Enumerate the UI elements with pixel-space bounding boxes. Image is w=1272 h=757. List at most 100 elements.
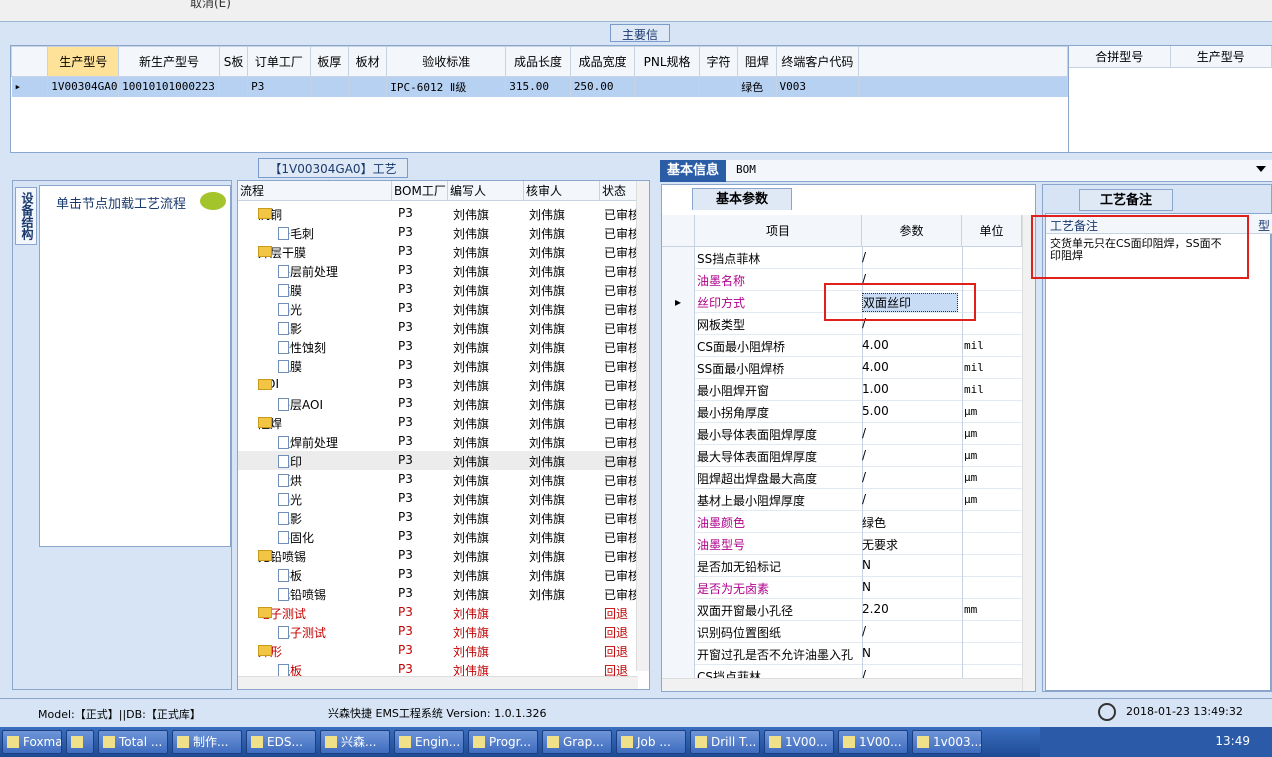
col-header[interactable]: 生产型号	[47, 46, 120, 77]
tree-node-name[interactable]: 预烘	[278, 472, 302, 489]
tree-node-name[interactable]: 终固化	[278, 529, 314, 546]
param-value[interactable]: N	[862, 558, 871, 572]
col-header[interactable]: BOM工厂	[392, 181, 448, 201]
tree-node-name[interactable]: −无铅喷锡	[258, 548, 306, 565]
param-value[interactable]: 1.00	[862, 382, 889, 396]
param-value[interactable]: /	[862, 426, 866, 440]
tree-node-name[interactable]: −阻焊	[258, 415, 282, 432]
tree-node-name[interactable]: 外层前处理	[278, 263, 338, 280]
col-header[interactable]: 新生产型号	[118, 46, 220, 77]
tree-row[interactable]: 外层前处理 P3 刘伟旗 刘伟旗 已审核	[238, 261, 640, 280]
param-value[interactable]: 2.20	[862, 602, 889, 616]
param-value[interactable]: 4.00	[862, 338, 889, 352]
param-value[interactable]: 5.00	[862, 404, 889, 418]
tree-node-name[interactable]: −沉铜	[258, 206, 282, 223]
cell[interactable]: 绿色	[737, 76, 777, 97]
param-value[interactable]: /	[862, 624, 866, 638]
tree-row[interactable]: 贴膜 P3 刘伟旗 刘伟旗 已审核	[238, 280, 640, 299]
param-row[interactable]: 最小拐角厚度 5.00 μm	[662, 401, 1022, 423]
param-row[interactable]: 识别码位置图纸 /	[662, 621, 1022, 643]
col-header[interactable]: S板	[218, 46, 249, 77]
param-row[interactable]: 最小阻焊开窗 1.00 mil	[662, 379, 1022, 401]
tree-row[interactable]: 外层AOI P3 刘伟旗 刘伟旗 已审核	[238, 394, 640, 413]
param-row[interactable]: 基材上最小阻焊厚度 / μm	[662, 489, 1022, 511]
param-row[interactable]: 是否加无铅标记 N	[662, 555, 1022, 577]
tree-node-name[interactable]: 阻焊前处理	[278, 434, 338, 451]
tree-node-name[interactable]: 显影	[278, 320, 302, 337]
tree-node-name[interactable]: −AOI	[258, 377, 279, 391]
taskbar-button[interactable]: Engin...	[394, 730, 464, 754]
col-header[interactable]: 流程	[238, 181, 392, 201]
taskbar-button[interactable]: 1V00...	[838, 730, 908, 754]
cancel-menu[interactable]: 取消(E)	[190, 0, 231, 11]
tab-device-structure[interactable]: 设备结构	[15, 187, 37, 245]
param-value[interactable]: /	[862, 470, 866, 484]
taskbar-button[interactable]: Grap...	[542, 730, 612, 754]
param-row[interactable]: 油墨型号 无要求	[662, 533, 1022, 555]
tab-basic-info[interactable]: 基本信息	[660, 160, 726, 182]
tab-basic-params[interactable]: 基本参数	[692, 188, 792, 210]
tree-row[interactable]: 预烘 P3 刘伟旗 刘伟旗 已审核	[238, 470, 640, 489]
speech-bubble-icon[interactable]	[200, 192, 226, 210]
tree-node-name[interactable]: 退膜	[278, 358, 302, 375]
tree-row[interactable]: 终固化 P3 刘伟旗 刘伟旗 已审核	[238, 527, 640, 546]
tree-row[interactable]: 烘板 P3 刘伟旗 刘伟旗 已审核	[238, 565, 640, 584]
param-value[interactable]: 4.00	[862, 360, 889, 374]
col-header[interactable]: 合拼型号	[1069, 46, 1171, 67]
tree-row[interactable]: −无铅喷锡 P3 刘伟旗 刘伟旗 已审核	[238, 546, 640, 565]
tree-row[interactable]: 曝光 P3 刘伟旗 刘伟旗 已审核	[238, 489, 640, 508]
tree-node-name[interactable]: 去毛刺	[278, 225, 314, 242]
tab-process-note[interactable]: 工艺备注	[1079, 189, 1173, 211]
tree-node-name[interactable]: 贴膜	[278, 282, 302, 299]
tree-node-name[interactable]: 丝印	[278, 453, 302, 470]
param-row[interactable]: SS挡点菲林 /	[662, 247, 1022, 269]
param-row[interactable]: SS面最小阻焊桥 4.00 mil	[662, 357, 1022, 379]
param-value[interactable]: /	[862, 448, 866, 462]
col-header[interactable]: 成品长度	[505, 46, 571, 77]
param-value[interactable]: 无要求	[862, 536, 898, 553]
tree-row[interactable]: 退膜 P3 刘伟旗 刘伟旗 已审核	[238, 356, 640, 375]
cell[interactable]	[219, 76, 249, 97]
tree-row[interactable]: 去毛刺 P3 刘伟旗 刘伟旗 已审核	[238, 223, 640, 242]
taskbar-button[interactable]	[66, 730, 94, 754]
cell[interactable]: 315.00	[505, 76, 571, 97]
taskbar-button[interactable]: Drill T...	[690, 730, 760, 754]
col-header[interactable]: 验收标准	[386, 46, 507, 77]
taskbar-button[interactable]: Progr...	[468, 730, 538, 754]
cell[interactable]	[310, 76, 349, 97]
tree-node-name[interactable]: 曝光	[278, 301, 302, 318]
taskbar-button[interactable]: 兴森...	[320, 730, 390, 754]
tree-hscroll[interactable]	[238, 676, 638, 689]
tree-row[interactable]: 酸性蚀刻 P3 刘伟旗 刘伟旗 已审核	[238, 337, 640, 356]
tree-node-name[interactable]: 外层AOI	[278, 396, 323, 413]
tree-node-name[interactable]: −电子测试	[258, 605, 306, 622]
params-hscroll[interactable]	[662, 678, 1022, 691]
note-col-header-2[interactable]: 型	[1258, 217, 1270, 234]
taskbar-button[interactable]: Total ...	[98, 730, 168, 754]
param-row[interactable]: 是否为无卤素 N	[662, 577, 1022, 599]
tree-node-name[interactable]: 酸性蚀刻	[278, 339, 326, 356]
col-header[interactable]: 编写人	[448, 181, 524, 201]
taskbar-button[interactable]: Job ...	[616, 730, 686, 754]
taskbar-button[interactable]: 1v003...	[912, 730, 982, 754]
tree-row[interactable]: 曝光 P3 刘伟旗 刘伟旗 已审核	[238, 299, 640, 318]
param-row[interactable]: CS面最小阻焊桥 4.00 mil	[662, 335, 1022, 357]
col-header[interactable]: 订单工厂	[247, 46, 311, 77]
params-vscroll[interactable]	[1022, 215, 1035, 691]
param-row[interactable]: 最小导体表面阻焊厚度 / μm	[662, 423, 1022, 445]
param-row[interactable]: 最大导体表面阻焊厚度 / μm	[662, 445, 1022, 467]
param-row[interactable]: 双面开窗最小孔径 2.20 mm	[662, 599, 1022, 621]
col-header[interactable]: 板材	[347, 46, 388, 77]
tree-node-name[interactable]: 烘板	[278, 567, 302, 584]
load-flow-label[interactable]: 单击节点加载工艺流程	[56, 193, 186, 212]
table-row[interactable]: ▸ 1V00304GA0 10010101000223 P3 IPC-6012 …	[11, 76, 1068, 97]
param-row[interactable]: 阻焊超出焊盘最大高度 / μm	[662, 467, 1022, 489]
cell[interactable]	[699, 76, 739, 97]
tree-row[interactable]: 显影 P3 刘伟旗 刘伟旗 已审核	[238, 508, 640, 527]
tree-row[interactable]: −沉铜 P3 刘伟旗 刘伟旗 已审核	[238, 204, 640, 223]
cell[interactable]: IPC-6012 Ⅱ级	[386, 76, 507, 97]
tree-node-name[interactable]: −外形	[258, 643, 282, 660]
cell[interactable]	[634, 76, 700, 97]
col-header[interactable]: 终端客户代码	[775, 46, 860, 77]
cell[interactable]: 1V00304GA0	[47, 76, 120, 97]
